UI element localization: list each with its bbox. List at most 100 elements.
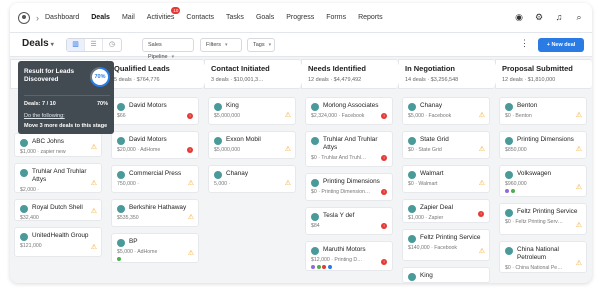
nav-goals[interactable]: Goals <box>256 14 274 21</box>
deal-card[interactable]: Truhlar And Truhlar Attys $0 · Truhlar An… <box>305 131 393 167</box>
overdue-icon[interactable]: ! <box>381 155 387 161</box>
deal-value: 750,000 · <box>117 181 139 187</box>
stage-header[interactable]: Qualified Leads 5 deals · $764,776 <box>107 59 209 89</box>
deal-card[interactable]: King $5,000,000 ⚠ <box>208 97 296 125</box>
chevron-down-icon[interactable]: ▾ <box>51 42 54 48</box>
stage-summary: 12 deals · $4,479,492 <box>308 77 362 83</box>
warning-icon[interactable]: ⚠ <box>576 260 582 267</box>
warning-icon[interactable]: ⚠ <box>576 112 582 119</box>
deal-card[interactable]: Truhlar And Truhlar Attys $2,000 · ⚠ <box>14 163 102 193</box>
deal-card[interactable]: Chanay 5,000 · ⚠ <box>208 165 296 193</box>
nav-progress[interactable]: Progress <box>286 14 314 21</box>
warning-icon[interactable]: ⚠ <box>285 112 291 119</box>
warning-icon[interactable]: ⚠ <box>479 248 485 255</box>
nav-tasks[interactable]: Tasks <box>226 14 244 21</box>
settings-icon[interactable]: ⚙ <box>534 12 544 22</box>
warning-icon[interactable]: ⚠ <box>91 208 97 215</box>
warning-icon[interactable]: ⚠ <box>91 144 97 151</box>
avatar <box>311 247 319 255</box>
warning-icon[interactable]: ⚠ <box>188 180 194 187</box>
more-options-icon[interactable]: ⋮ <box>520 38 529 49</box>
tags-dropdown[interactable]: Tags ▾ <box>247 38 275 52</box>
deal-card[interactable]: Printing Dimensions $0 · Printing Dimensi… <box>305 173 393 201</box>
deal-card[interactable]: Morlong Associates $2,324,000 · Facebook! <box>305 97 393 125</box>
deal-name: China National Petroleum <box>517 246 559 261</box>
forecast-view-icon[interactable]: ◷ <box>103 39 121 51</box>
warning-icon[interactable]: ⚠ <box>285 180 291 187</box>
warning-icon[interactable]: ⚠ <box>91 180 97 187</box>
warning-icon[interactable]: ⚠ <box>285 146 291 153</box>
warning-icon[interactable]: ⚠ <box>576 222 582 229</box>
nav-deals[interactable]: Deals <box>91 14 110 21</box>
bell-icon[interactable]: ♫ <box>554 12 564 22</box>
deal-card[interactable]: Feltz Printing Service $140,000 · Faceboo… <box>402 229 490 261</box>
kanban-view-icon[interactable]: ▥ <box>67 39 85 51</box>
deal-card[interactable]: UnitedHealth Group $121,000 ⚠ <box>14 227 102 257</box>
stage-header[interactable]: Contact Initiated 3 deals · $10,001,3… <box>204 59 306 89</box>
overdue-icon[interactable]: ! <box>478 211 484 217</box>
deal-card[interactable]: Maruthi Motors $12,000 · Printing D…! <box>305 241 393 271</box>
new-deal-button[interactable]: + New deal <box>538 38 584 52</box>
nav-activities[interactable]: Activities 10 <box>147 7 181 21</box>
stage-header[interactable]: Proposal Submitted 12 deals · $1,810,000 <box>495 59 592 89</box>
warning-icon[interactable]: ⚠ <box>188 250 194 257</box>
deal-name: Morlong Associates <box>323 102 379 109</box>
nav-forms[interactable]: Forms <box>326 14 346 21</box>
pipeline-dropdown-label: Sales Pipeline <box>148 42 168 60</box>
nav-mail[interactable]: Mail <box>122 14 135 21</box>
warning-icon[interactable]: ⚠ <box>576 146 582 153</box>
deal-card[interactable]: David Motors $20,000 · AdHome! <box>111 131 199 159</box>
app-logo-icon[interactable] <box>18 11 30 24</box>
warning-icon[interactable]: ⚠ <box>479 146 485 153</box>
overdue-icon[interactable]: ! <box>381 113 387 119</box>
tooltip-link[interactable]: Do the following: <box>24 113 65 119</box>
list-view-icon[interactable]: ☰ <box>85 39 103 51</box>
avatar <box>505 247 513 255</box>
deal-card[interactable]: State Grid $0 · State Grid ⚠ <box>402 131 490 159</box>
avatar <box>505 103 513 111</box>
record-icon[interactable]: ◉ <box>514 12 524 22</box>
warning-icon[interactable]: ⚠ <box>576 184 582 191</box>
overdue-icon[interactable]: ! <box>187 113 193 119</box>
overdue-icon[interactable]: ! <box>187 147 193 153</box>
deal-card[interactable]: Berkshire Hathaway $535,350 ⚠ <box>111 199 199 227</box>
deal-card[interactable]: Commercial Press 750,000 · ⚠ <box>111 165 199 193</box>
stage-header[interactable]: In Negotiation 14 deals · $3,256,548 <box>398 59 500 89</box>
deal-card[interactable]: China National Petroleum $0 · China Natio… <box>499 241 587 273</box>
deal-card[interactable]: ABC Johns $1,000 · zapier new ⚠ <box>14 133 102 157</box>
nav-dashboard[interactable]: Dashboard <box>45 14 79 21</box>
deal-card[interactable]: David Motors $66! <box>111 97 199 125</box>
warning-icon[interactable]: ⚠ <box>91 244 97 251</box>
deal-card[interactable]: Zapier Deal $1,000 · Zapier! <box>402 199 490 223</box>
deal-name: State Grid <box>420 136 449 143</box>
avatar <box>20 205 28 213</box>
overdue-icon[interactable]: ! <box>381 223 387 229</box>
deal-card[interactable]: Feltz Printing Service $0 · Feltz Printin… <box>499 203 587 235</box>
page-title-text: Deals <box>22 38 49 49</box>
stage-name: Proposal Submitted <box>502 64 573 73</box>
deal-card[interactable]: Benton $0 · Benton ⚠ <box>499 97 587 125</box>
deal-card[interactable]: Volkswagen $960,000 ⚠ <box>499 165 587 197</box>
warning-icon[interactable]: ⚠ <box>479 112 485 119</box>
deal-card[interactable]: Royal Dutch Shell $32,400 ⚠ <box>14 199 102 221</box>
deal-card[interactable]: Exxon Mobil $5,000,000 ⚠ <box>208 131 296 159</box>
deal-card[interactable]: King <box>402 267 490 283</box>
nav-contacts[interactable]: Contacts <box>186 14 214 21</box>
search-icon[interactable]: ⌕ <box>574 12 584 22</box>
deal-value: $850,000 <box>505 147 527 153</box>
nav-reports[interactable]: Reports <box>358 14 383 21</box>
overdue-icon[interactable]: ! <box>381 189 387 195</box>
deal-card[interactable]: BP $5,000 · AdHome ⚠ <box>111 233 199 263</box>
pipeline-dropdown[interactable]: Sales Pipeline ▾ <box>142 38 194 60</box>
overdue-icon[interactable]: ! <box>381 259 387 265</box>
deal-card[interactable]: Walmart $0 · Walmart ⚠ <box>402 165 490 193</box>
deal-name: David Motors <box>129 102 167 109</box>
warning-icon[interactable]: ⚠ <box>479 180 485 187</box>
deal-card[interactable]: Chanay $5,000 · Facebook ⚠ <box>402 97 490 125</box>
stage-header[interactable]: Needs Identified 12 deals · $4,479,492 <box>301 59 403 89</box>
filters-dropdown[interactable]: Filters ▾ <box>200 38 242 52</box>
deal-name: Volkswagen <box>517 170 552 177</box>
warning-icon[interactable]: ⚠ <box>188 214 194 221</box>
deal-card[interactable]: Printing Dimensions $850,000 ⚠ <box>499 131 587 159</box>
deal-card[interactable]: Tesla Y def $84! <box>305 207 393 235</box>
